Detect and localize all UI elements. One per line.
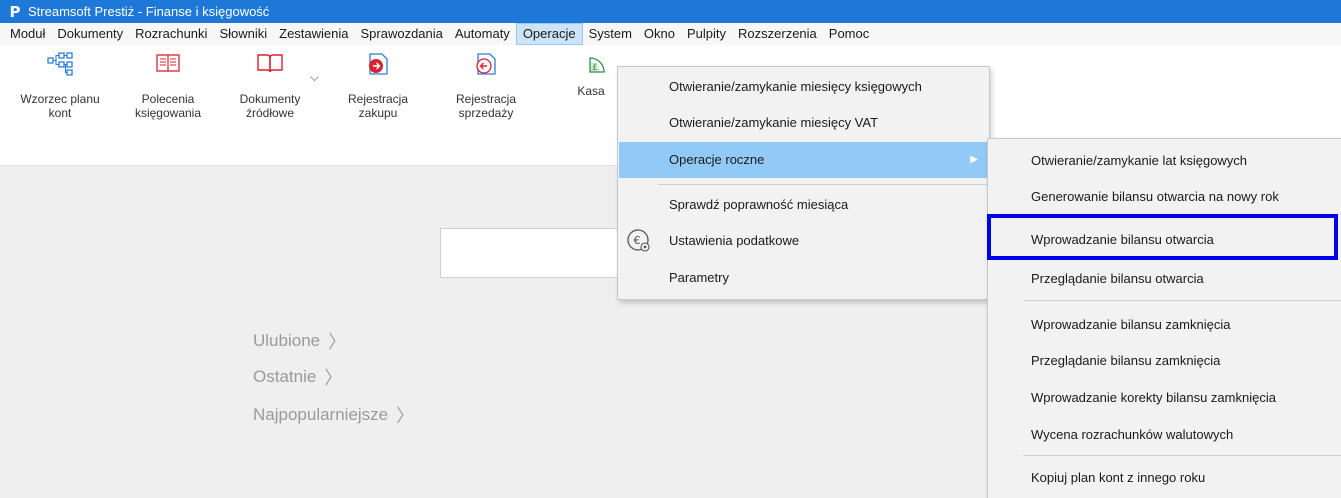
- menu-item-label: Otwieranie/zamykanie miesięcy VAT: [669, 115, 879, 130]
- menu-modul[interactable]: Moduł: [4, 23, 51, 45]
- book-icon: [257, 54, 283, 73]
- menu-system[interactable]: System: [583, 23, 638, 45]
- chevron-right-icon: 〉: [324, 368, 343, 388]
- selection-highlight-box: [987, 214, 1338, 260]
- chevron-right-icon: 〉: [396, 406, 415, 426]
- menu-bar: Moduł Dokumenty Rozrachunki Słowniki Zes…: [0, 23, 1341, 45]
- menu-item-label: Ustawienia podatkowe: [669, 233, 800, 248]
- submenu-item-view-closing-balance[interactable]: Przeglądanie bilansu zamknięcia: [988, 343, 1341, 379]
- menu-item-parameters[interactable]: Parametry: [619, 260, 988, 296]
- submenu-item-label: Generowanie bilansu otwarcia na nowy rok: [1031, 189, 1279, 204]
- menu-slowniki[interactable]: Słowniki: [213, 23, 273, 45]
- cash-icon: £: [589, 57, 605, 73]
- submenu-item-label: Wprowadzanie bilansu zamknięcia: [1031, 317, 1231, 332]
- menu-item-check-month[interactable]: Sprawdź poprawność miesiąca: [619, 187, 988, 223]
- sales-register-icon: [476, 53, 496, 75]
- menu-item-tax-settings[interactable]: € Ustawienia podatkowe: [619, 223, 988, 259]
- favorites-link[interactable]: Ulubione 〉: [253, 328, 346, 354]
- submenu-item-year-open-close[interactable]: Otwieranie/zamykanie lat księgowych: [988, 143, 1341, 179]
- submenu-item-fx-settlement-valuation[interactable]: Wycena rozrachunków walutowych: [988, 417, 1341, 453]
- menu-sprawozdania[interactable]: Sprawozdania: [355, 23, 449, 45]
- submenu-item-label: Przeglądanie bilansu zamknięcia: [1031, 353, 1221, 368]
- app-window: P Streamsoft Prestiż - Finanse i księgow…: [0, 0, 1341, 498]
- menu-rozrachunki[interactable]: Rozrachunki: [129, 23, 213, 45]
- recent-label: Ostatnie: [253, 367, 317, 386]
- popular-label: Najpopularniejsze: [253, 405, 389, 424]
- submenu-item-view-opening-balance[interactable]: Przeglądanie bilansu otwarcia: [988, 261, 1341, 297]
- ribbon-label: zakupu: [358, 106, 398, 120]
- menu-item-label: Otwieranie/zamykanie miesięcy księgowych: [669, 79, 922, 94]
- menu-item-label: Sprawdź poprawność miesiąca: [669, 197, 849, 212]
- chart-of-accounts-button[interactable]: Wzorzec planu kont: [8, 50, 112, 120]
- menu-zestawienia[interactable]: Zestawienia: [273, 23, 354, 45]
- window-title: Streamsoft Prestiż - Finanse i księgowoś…: [28, 4, 270, 19]
- favorites-label: Ulubione: [253, 331, 321, 350]
- menu-item-label: Parametry: [669, 270, 729, 285]
- popular-link[interactable]: Najpopularniejsze 〉: [253, 402, 414, 428]
- menu-separator: [1023, 455, 1341, 456]
- chevron-right-icon: 〉: [328, 332, 347, 352]
- chart-of-accounts-icon: [47, 52, 73, 76]
- menu-operacje[interactable]: Operacje: [515, 23, 583, 45]
- ribbon-label: Rejestracja: [347, 92, 409, 106]
- purchase-register-button[interactable]: Rejestracja zakupu: [334, 50, 422, 120]
- submenu-item-label: Otwieranie/zamykanie lat księgowych: [1031, 153, 1248, 168]
- submenu-item-label: Kopiuj plan kont z innego roku: [1031, 470, 1206, 485]
- ribbon-label: Polecenia: [141, 92, 195, 106]
- app-logo-icon: P: [9, 2, 21, 21]
- menu-pomoc[interactable]: Pomoc: [823, 23, 875, 45]
- submenu-item-closing-balance-correction[interactable]: Wprowadzanie korekty bilansu zamknięcia: [988, 380, 1341, 416]
- menu-item-vat-month-open-close[interactable]: Otwieranie/zamykanie miesięcy VAT: [619, 105, 988, 141]
- source-documents-button[interactable]: Dokumenty źródłowe ⌵: [222, 50, 319, 120]
- menu-automaty[interactable]: Automaty: [449, 23, 516, 45]
- cash-button[interactable]: £ Kasa: [566, 50, 616, 98]
- title-bar: P Streamsoft Prestiż - Finanse i księgow…: [0, 0, 1341, 23]
- submenu-item-copy-chart-of-accounts[interactable]: Kopiuj plan kont z innego roku: [988, 460, 1341, 496]
- submenu-item-label: Przeglądanie bilansu otwarcia: [1031, 271, 1204, 286]
- ribbon-label: księgowania: [134, 106, 202, 120]
- svg-text:€: €: [634, 234, 641, 247]
- ribbon-label: Kasa: [577, 84, 605, 98]
- menu-item-month-open-close[interactable]: Otwieranie/zamykanie miesięcy księgowych: [619, 69, 988, 105]
- menu-pulpity[interactable]: Pulpity: [681, 23, 732, 45]
- svg-text:£: £: [592, 63, 598, 73]
- menu-okno[interactable]: Okno: [638, 23, 681, 45]
- menu-item-annual-operations[interactable]: Operacje roczne ▶: [619, 142, 988, 178]
- booking-order-button[interactable]: Polecenia księgowania: [120, 50, 216, 120]
- sales-register-button[interactable]: Rejestracja sprzedaży: [440, 50, 532, 120]
- operacje-dropdown-menu: Otwieranie/zamykanie miesięcy księgowych…: [617, 66, 990, 300]
- ribbon-label: sprzedaży: [458, 106, 514, 120]
- menu-separator: [1023, 300, 1341, 301]
- recent-link[interactable]: Ostatnie 〉: [253, 364, 342, 390]
- menu-dokumenty[interactable]: Dokumenty: [51, 23, 129, 45]
- purchase-register-icon: [369, 53, 388, 75]
- ribbon-label: Rejestracja: [455, 92, 517, 106]
- ribbon-label: źródłowe: [245, 106, 295, 120]
- ribbon-label: Dokumenty: [239, 92, 301, 106]
- submenu-item-enter-closing-balance[interactable]: Wprowadzanie bilansu zamknięcia: [988, 307, 1341, 343]
- submenu-item-generate-opening-balance[interactable]: Generowanie bilansu otwarcia na nowy rok: [988, 179, 1341, 215]
- search-input[interactable]: [440, 228, 622, 278]
- menu-rozszerzenia[interactable]: Rozszerzenia: [732, 23, 823, 45]
- ribbon-label: kont: [48, 106, 72, 120]
- menu-item-label: Operacje roczne: [669, 152, 765, 167]
- submenu-item-label: Wycena rozrachunków walutowych: [1031, 427, 1234, 442]
- chevron-down-icon[interactable]: ⌵: [310, 70, 319, 84]
- menu-separator: [658, 184, 987, 185]
- tax-settings-icon: €: [627, 229, 650, 252]
- submenu-item-label: Wprowadzanie korekty bilansu zamknięcia: [1031, 390, 1276, 405]
- annual-operations-submenu: Otwieranie/zamykanie lat księgowych Gene…: [987, 138, 1341, 498]
- submenu-arrow-icon: ▶: [970, 154, 978, 165]
- ribbon-label: Wzorzec planu: [20, 92, 100, 106]
- booking-order-icon: [156, 54, 180, 72]
